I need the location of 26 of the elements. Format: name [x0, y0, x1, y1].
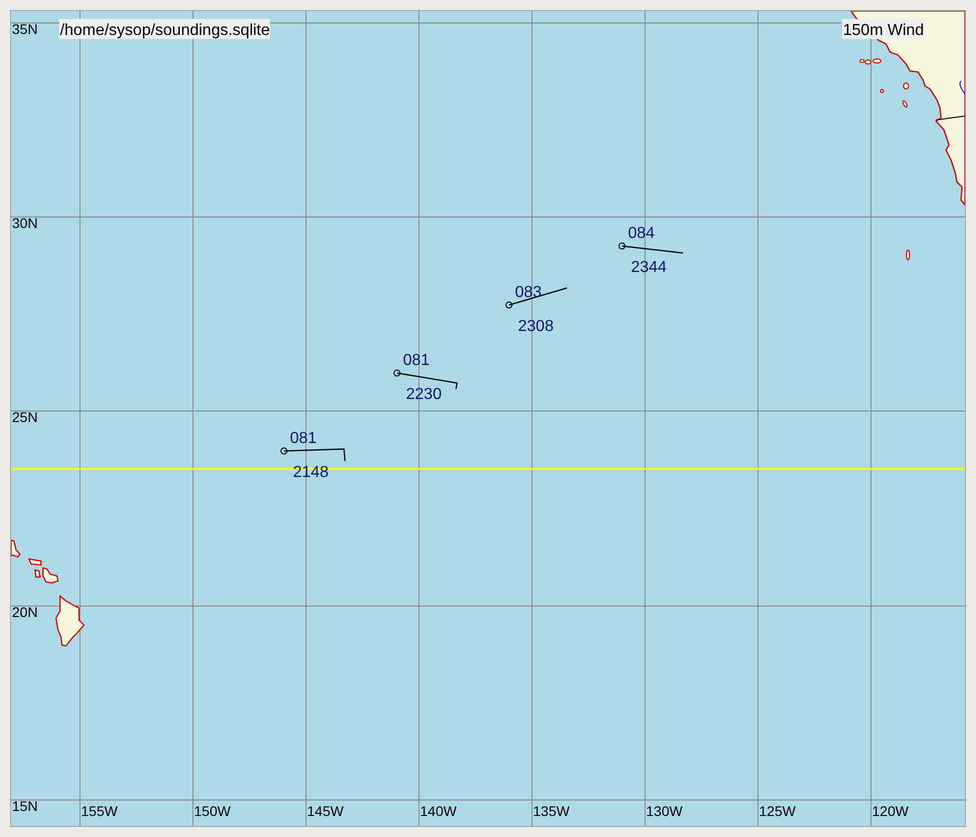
latitude-label: 35N	[12, 21, 38, 37]
wind-barb-icon	[394, 370, 458, 390]
wind-barb-icon	[280, 448, 346, 462]
station-code: 083	[515, 284, 542, 301]
longitude-label: 130W	[646, 803, 683, 819]
file-path-label: /home/sysop/soundings.sqlite	[59, 19, 270, 39]
longitude-label: 135W	[533, 803, 570, 819]
latitude-label: 15N	[12, 798, 38, 814]
station-code: 081	[403, 352, 430, 369]
longitude-label: 120W	[872, 803, 909, 819]
station-value: 2344	[631, 259, 667, 276]
longitude-label: 155W	[81, 803, 118, 819]
longitude-label: 125W	[759, 803, 796, 819]
latitude-label: 25N	[12, 409, 38, 425]
longitude-label: 140W	[420, 803, 457, 819]
station-code: 084	[628, 225, 655, 242]
wind-barb-icon	[618, 242, 684, 254]
map-title: 150m Wind	[842, 19, 925, 39]
station-value: 2230	[406, 386, 442, 403]
station-code: 081	[290, 430, 317, 447]
latitude-label: 20N	[12, 604, 38, 620]
longitude-label: 150W	[194, 803, 231, 819]
latitude-label: 30N	[12, 215, 38, 231]
longitude-label: 145W	[307, 803, 344, 819]
station-value: 2308	[518, 318, 554, 335]
wind-barb-icon	[506, 287, 568, 308]
